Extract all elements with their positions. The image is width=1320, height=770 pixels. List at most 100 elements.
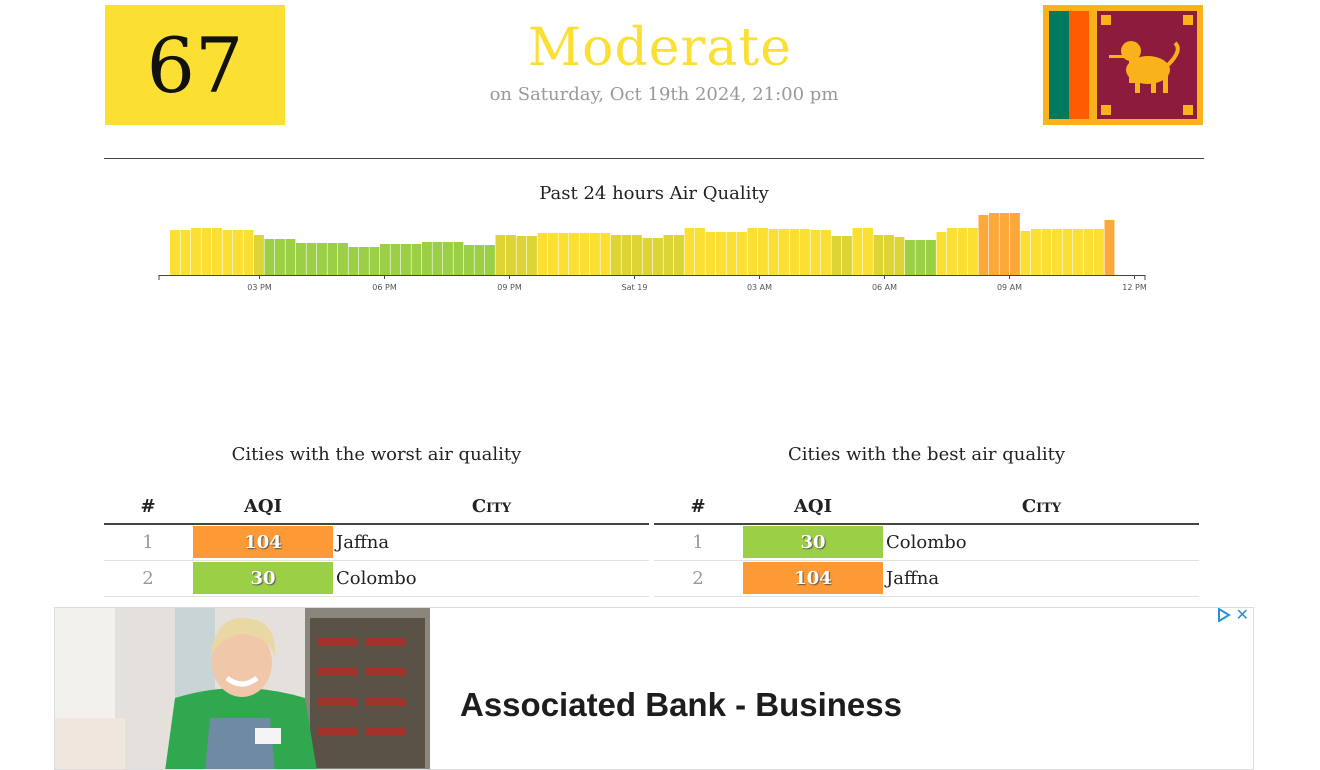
table-row[interactable]: 2 30 Colombo xyxy=(104,560,649,597)
chart-bar xyxy=(1031,229,1041,275)
chart-bar xyxy=(789,229,800,275)
worst-table-header: # AQI City xyxy=(104,490,649,525)
adchoices-icon[interactable] xyxy=(1217,608,1231,622)
col-city: City xyxy=(334,490,649,525)
chart-bar xyxy=(285,239,296,275)
row-rank: 2 xyxy=(104,560,192,597)
city-link[interactable]: Colombo xyxy=(334,560,649,597)
aqi-badge: 104 xyxy=(193,526,333,559)
close-icon[interactable]: ✕ xyxy=(1236,608,1249,624)
chart-bar xyxy=(495,235,506,275)
chart-bar xyxy=(516,236,527,275)
chart-tick-label: 09 PM xyxy=(497,283,522,292)
chart-bar xyxy=(842,236,852,275)
chart-bar xyxy=(527,236,537,275)
chart-bar xyxy=(957,228,968,275)
chart-bar xyxy=(810,230,821,275)
sri-lanka-flag-icon xyxy=(1043,5,1203,125)
chart-bar xyxy=(779,229,789,275)
chart-bar xyxy=(653,238,663,275)
aqi-badge: 30 xyxy=(193,562,333,594)
chart-bar xyxy=(1062,229,1073,275)
chart-bar xyxy=(222,230,233,275)
ad-photo xyxy=(55,608,430,769)
ad-banner[interactable]: Associated Bank - Business ✕ xyxy=(54,607,1254,770)
chart-tick-label: 12 PM xyxy=(1122,283,1147,292)
row-rank: 1 xyxy=(104,524,192,561)
chart-bar xyxy=(947,228,957,275)
table-row[interactable]: 2 104 Jaffna xyxy=(654,560,1199,597)
chart-bar xyxy=(1073,229,1083,275)
chart-bar xyxy=(684,228,695,275)
chart-bar xyxy=(306,243,317,275)
chart-bar xyxy=(737,232,747,275)
chart-bar xyxy=(453,242,464,275)
chart-bar xyxy=(978,215,989,275)
chart-bar xyxy=(663,235,674,275)
chart-tick-label: 03 AM xyxy=(747,283,772,292)
chart-bar xyxy=(936,232,947,275)
chart-bar xyxy=(726,232,737,275)
chart-tick-label: Sat 19 xyxy=(622,283,648,292)
chart-bar xyxy=(695,228,705,275)
city-link[interactable]: Colombo xyxy=(884,524,1199,561)
table-row[interactable]: 1 30 Colombo xyxy=(654,524,1199,561)
chart-bar xyxy=(411,244,422,275)
city-link[interactable]: Jaffna xyxy=(334,524,649,561)
chart-bar xyxy=(800,229,810,275)
chart-tick-label: 03 PM xyxy=(247,283,272,292)
header-divider xyxy=(104,158,1204,159)
chart-bar xyxy=(233,230,243,275)
chart-bar xyxy=(863,228,873,275)
chart-bar xyxy=(243,230,254,275)
best-cities-table: # AQI City 1 30 Colombo 2 104 Jaffna xyxy=(654,490,1199,597)
col-city: City xyxy=(884,490,1199,525)
row-rank: 1 xyxy=(654,524,742,561)
ad-headline[interactable]: Associated Bank - Business xyxy=(460,686,902,724)
chart-bar xyxy=(201,228,212,275)
chart-bar xyxy=(275,239,285,275)
chart-bar xyxy=(464,245,474,275)
col-rank: # xyxy=(104,490,192,525)
chart-tick-label: 06 PM xyxy=(372,283,397,292)
chart-bar xyxy=(894,237,905,275)
best-table-header: # AQI City xyxy=(654,490,1199,525)
best-cities-title: Cities with the best air quality xyxy=(788,444,1065,465)
col-aqi: AQI xyxy=(192,490,334,525)
chart-bar xyxy=(1104,220,1115,275)
chart-bar xyxy=(821,230,831,275)
worst-cities-title: Cities with the worst air quality xyxy=(231,444,522,465)
chart-tick-label: 09 AM xyxy=(997,283,1022,292)
chart-bar xyxy=(632,235,642,275)
chart-bar xyxy=(915,240,926,275)
chart-bar xyxy=(611,235,621,275)
chart-bar xyxy=(590,233,600,275)
chart-bar xyxy=(1052,229,1062,275)
chart-bar xyxy=(968,228,978,275)
chart-bar xyxy=(999,213,1010,275)
chart-bar xyxy=(180,230,191,275)
col-rank: # xyxy=(654,490,742,525)
chart-bar xyxy=(338,243,348,275)
chart-bar xyxy=(401,244,411,275)
chart-bar xyxy=(579,233,590,275)
chart-bar xyxy=(348,247,359,275)
chart-bar xyxy=(254,235,264,275)
table-row[interactable]: 1 104 Jaffna xyxy=(104,524,649,561)
chart-bar xyxy=(422,242,432,275)
chart-bar xyxy=(705,232,716,275)
chart-bar xyxy=(600,233,611,275)
chart-bar xyxy=(506,235,516,275)
chart-bar xyxy=(212,228,222,275)
chart-bar xyxy=(989,213,999,275)
chart-bar xyxy=(359,247,369,275)
chart-bar xyxy=(1083,229,1094,275)
chart-bar xyxy=(768,229,779,275)
aqi-badge: 30 xyxy=(743,526,883,559)
chart-bar xyxy=(369,247,380,275)
chart-bar xyxy=(621,235,632,275)
chart-bar xyxy=(485,245,495,275)
row-rank: 2 xyxy=(654,560,742,597)
city-link[interactable]: Jaffna xyxy=(884,560,1199,597)
chart-bar xyxy=(296,243,306,275)
